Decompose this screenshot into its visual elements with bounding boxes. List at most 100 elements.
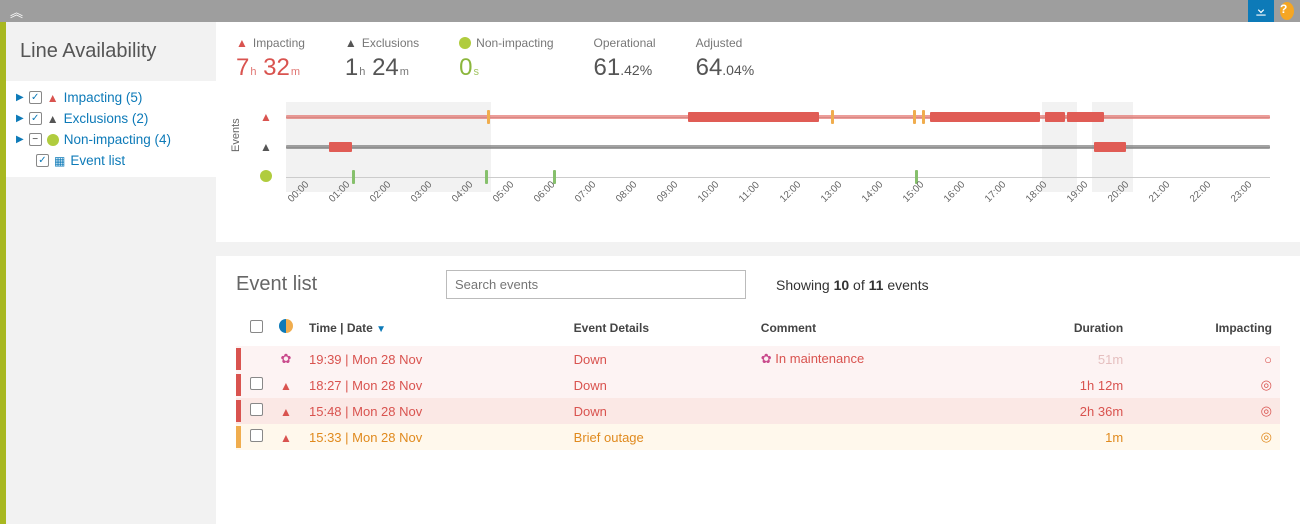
target-icon: ◎: [1131, 398, 1280, 424]
warning-icon: ▲: [47, 91, 59, 105]
checkbox[interactable]: [36, 154, 49, 167]
download-button[interactable]: [1248, 0, 1274, 22]
caret-icon: ▶: [16, 92, 24, 103]
tree-item-eventlist[interactable]: ▦ Event list: [6, 150, 216, 171]
stat-label: Exclusions: [362, 36, 419, 50]
checkbox[interactable]: [29, 133, 42, 146]
row-checkbox[interactable]: [250, 429, 263, 442]
sort-desc-icon: ▼: [376, 324, 386, 335]
cell-time: 15:48 | Mon 28 Nov: [301, 398, 566, 424]
col-details[interactable]: Event Details: [566, 313, 753, 346]
x-tick: 12:00: [778, 179, 803, 204]
cell-details: Down: [566, 346, 753, 372]
caret-icon: ▶: [16, 113, 24, 124]
warning-icon: ▲: [260, 110, 272, 124]
col-time[interactable]: Time | Date ▼: [301, 313, 566, 346]
cell-duration: 51m: [997, 346, 1131, 372]
x-tick: 13:00: [819, 179, 844, 204]
x-tick: 15:00: [901, 179, 926, 204]
y-axis-label: Events: [230, 118, 242, 152]
tree-label: Event list: [70, 153, 125, 168]
stat-nonimpacting: Non-impacting 0s: [459, 36, 553, 82]
x-tick: 18:00: [1024, 179, 1049, 204]
tree-item-nonimpacting[interactable]: ▶ Non-impacting (4): [6, 129, 216, 150]
info-icon: [260, 170, 272, 182]
tree-item-exclusions[interactable]: ▶ ▲ Exclusions (2): [6, 108, 216, 129]
events-title: Event list: [236, 273, 416, 296]
gear-icon: ✿: [761, 351, 772, 366]
table-row[interactable]: ▲15:33 | Mon 28 NovBrief outage1m◎: [236, 424, 1280, 450]
row-checkbox[interactable]: [250, 377, 263, 390]
warning-icon: ▲: [280, 379, 292, 393]
topbar: ︽ ?: [0, 0, 1300, 22]
x-tick: 16:00: [942, 179, 967, 204]
stat-exclusions: ▲Exclusions 1h 24m: [345, 36, 419, 82]
warning-icon: ▲: [345, 36, 357, 50]
x-tick: 05:00: [491, 179, 516, 204]
col-duration[interactable]: Duration: [997, 313, 1131, 346]
cell-comment: [753, 424, 998, 450]
stats-row: ▲Impacting 7h 32m ▲Exclusions 1h 24m Non…: [216, 22, 1300, 92]
tree-label: Exclusions (2): [64, 111, 149, 126]
stat-adjusted: Adjusted 64.04%: [696, 36, 755, 82]
cell-details: Down: [566, 372, 753, 398]
events-table: Time | Date ▼ Event Details Comment Dura…: [236, 313, 1280, 450]
x-tick: 22:00: [1188, 179, 1213, 204]
stat-label: Non-impacting: [476, 36, 553, 50]
x-tick: 11:00: [737, 180, 762, 205]
tree-item-impacting[interactable]: ▶ ▲ Impacting (5): [6, 87, 216, 108]
sidebar: Line Availability ▶ ▲ Impacting (5) ▶ ▲ …: [6, 22, 216, 524]
x-tick: 08:00: [614, 179, 639, 204]
tree-label: Impacting (5): [64, 90, 143, 105]
stat-label: Impacting: [253, 36, 305, 50]
x-tick: 09:00: [655, 179, 680, 204]
table-row[interactable]: ▲ 18:27 | Mon 28 NovDown 1h 12m◎: [236, 372, 1280, 398]
x-tick: 21:00: [1147, 179, 1172, 204]
x-tick: 14:00: [860, 179, 885, 204]
cell-comment: [753, 372, 998, 398]
table-icon: ▦: [54, 154, 65, 168]
warning-icon: ▲: [47, 112, 59, 126]
checkbox[interactable]: [29, 91, 42, 104]
target-icon: ◎: [1131, 372, 1280, 398]
gear-icon: ✿: [281, 351, 292, 366]
caret-icon: ▶: [16, 134, 24, 145]
x-tick: 23:00: [1229, 179, 1254, 204]
cell-duration: 1m: [997, 424, 1131, 450]
cell-comment: ✿ In maintenance: [753, 346, 998, 372]
table-row[interactable]: ✿ 19:39 | Mon 28 NovDown✿ In maintenance5…: [236, 346, 1280, 372]
cell-duration: 2h 36m: [997, 398, 1131, 424]
table-row[interactable]: ▲ 15:48 | Mon 28 NovDown 2h 36m◎: [236, 398, 1280, 424]
warning-icon: ▲: [236, 36, 248, 50]
x-tick: 17:00: [983, 179, 1008, 204]
split-icon[interactable]: [279, 319, 293, 333]
timeline-chart: Events ▲▲00:0001:0002:0003:0004:0005:000…: [216, 92, 1300, 242]
warning-icon: ▲: [260, 140, 272, 154]
cell-time: 18:27 | Mon 28 Nov: [301, 372, 566, 398]
col-comment[interactable]: Comment: [753, 313, 998, 346]
stat-operational: Operational 61.42%: [594, 36, 656, 82]
search-input[interactable]: [446, 270, 746, 299]
stat-label: Adjusted: [696, 36, 743, 50]
tree-label: Non-impacting (4): [64, 132, 171, 147]
warning-icon: ▲: [280, 431, 292, 445]
cell-duration: 1h 12m: [997, 372, 1131, 398]
target-icon: ◎: [1131, 424, 1280, 450]
target-icon: ○: [1131, 346, 1280, 372]
page-title: Line Availability: [6, 30, 216, 81]
cell-details: Down: [566, 398, 753, 424]
cell-time: 19:39 | Mon 28 Nov: [301, 346, 566, 372]
cell-comment: [753, 398, 998, 424]
section-divider: [216, 242, 1300, 256]
checkbox[interactable]: [29, 112, 42, 125]
help-button[interactable]: ?: [1274, 0, 1300, 22]
collapse-icon[interactable]: ︽: [10, 5, 19, 20]
col-impacting[interactable]: Impacting: [1131, 313, 1280, 346]
warning-icon: ▲: [280, 405, 292, 419]
x-tick: 07:00: [573, 179, 598, 204]
x-tick: 06:00: [532, 179, 557, 204]
select-all-checkbox[interactable]: [250, 320, 263, 333]
row-checkbox[interactable]: [250, 403, 263, 416]
cell-time: 15:33 | Mon 28 Nov: [301, 424, 566, 450]
info-icon: [459, 37, 471, 49]
